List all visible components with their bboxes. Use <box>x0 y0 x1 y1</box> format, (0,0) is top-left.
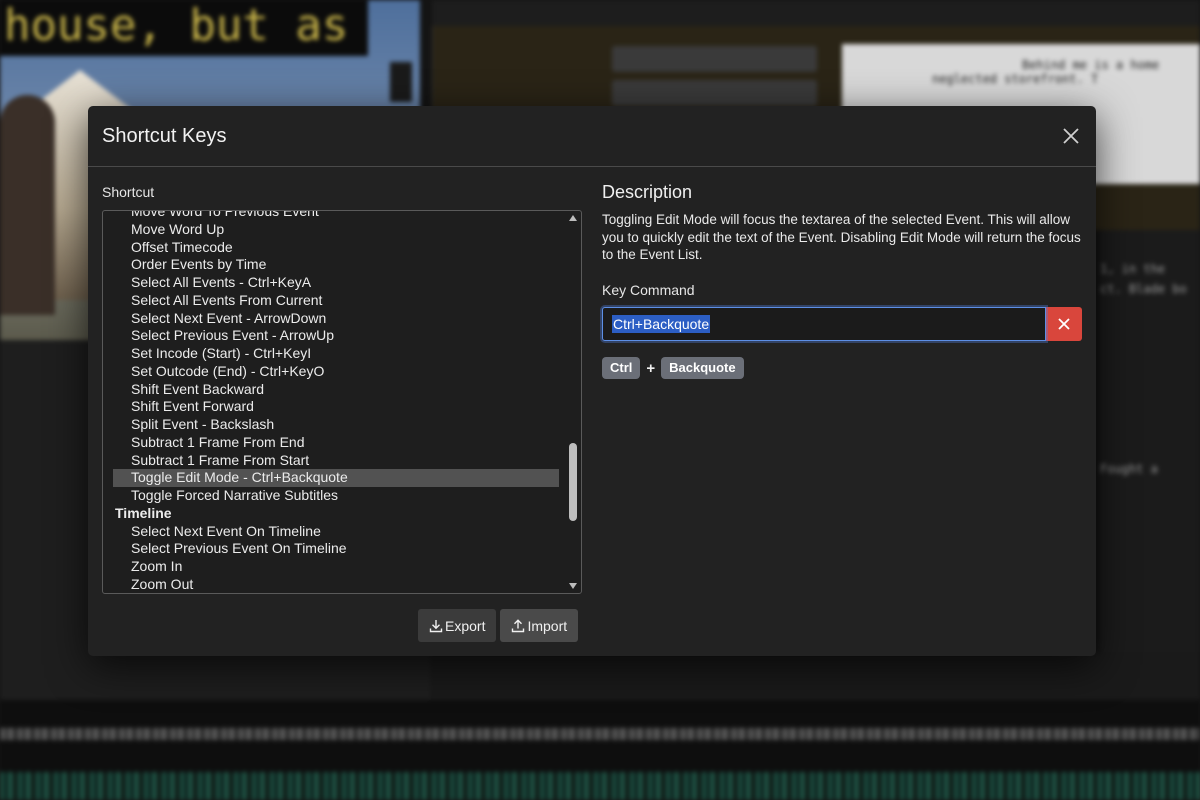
key-command-wrap: Ctrl+Backquote <box>602 307 1046 342</box>
shortcut-group-header: Timeline <box>115 504 172 521</box>
shortcut-list-item[interactable]: Zoom In <box>113 558 559 576</box>
preview-line: neglected storefront. T <box>932 72 1099 86</box>
right-panel <box>1100 230 1200 690</box>
shortcut-list-item[interactable]: Shift Event Backward <box>113 381 559 399</box>
import-button[interactable]: Import <box>500 609 579 642</box>
event-list-rows <box>430 652 1200 702</box>
description-column: Description Toggling Edit Mode will focu… <box>602 182 1082 380</box>
scroll-down-icon[interactable] <box>568 581 578 591</box>
scroll-thumb[interactable] <box>569 443 577 521</box>
shortcut-list-item[interactable]: Select Next Event On Timeline <box>113 523 559 541</box>
shortcut-list-item[interactable]: Toggle Edit Mode - Ctrl+Backquote <box>113 469 559 487</box>
shortcut-list-items: Move Word To Previous Event Move Word Up O… <box>113 211 559 593</box>
shortcut-list-item[interactable]: Set Incode (Start) - Ctrl+KeyI <box>113 345 559 363</box>
video-side-button <box>390 62 412 102</box>
key-command-row: Ctrl+Backquote <box>602 307 1082 342</box>
event-field <box>612 80 817 106</box>
key-chips: Ctrl + Backquote <box>602 357 1082 380</box>
shortcut-list-item[interactable]: Shift Event Forward <box>113 398 559 416</box>
shortcut-column: Shortcut Move Word To Previous Event Move… <box>102 184 582 642</box>
close-button[interactable] <box>1058 123 1084 149</box>
description-text: Toggling Edit Mode will focus the textar… <box>602 212 1081 263</box>
shortcut-list-item[interactable]: Select All Events From Current <box>113 292 559 310</box>
shortcut-list-item[interactable]: Zoom Out <box>113 576 559 593</box>
clear-key-button[interactable] <box>1046 307 1082 342</box>
video-person <box>0 95 55 315</box>
shortcut-list-item[interactable]: Select Previous Event - ArrowUp <box>113 327 559 345</box>
import-label: Import <box>527 617 568 634</box>
shortcut-list-item[interactable]: Set Outcode (End) - Ctrl+KeyO <box>113 363 559 381</box>
key-chip-backquote: Backquote <box>661 357 744 380</box>
timeline-waveform <box>0 728 1200 740</box>
shortcut-list-item[interactable]: Subtract 1 Frame From Start <box>113 452 559 470</box>
shortcut-list-item[interactable]: Toggle Forced Narrative Subtitles <box>113 487 559 505</box>
shortcut-list-item[interactable]: Select All Events - Ctrl+KeyA <box>113 274 559 292</box>
video-caption: house, but as <box>0 0 368 56</box>
description-title: Description <box>602 182 693 202</box>
key-separator: + <box>646 359 656 377</box>
modal-title: Shortcut Keys <box>102 124 227 147</box>
shortcut-list-item[interactable]: Split Event - Backslash <box>113 416 559 434</box>
shortcut-keys-modal: Shortcut Keys Shortcut Move Word To Prev… <box>88 106 1096 656</box>
list-scrollbar[interactable] <box>565 211 581 593</box>
close-icon <box>1063 128 1079 144</box>
bg-text: Fought a <box>1100 462 1158 476</box>
key-command-input[interactable] <box>602 307 1046 342</box>
shortcut-list-item[interactable]: Order Events by Time <box>113 256 559 274</box>
key-chip-ctrl: Ctrl <box>602 357 641 380</box>
key-command-label: Key Command <box>602 282 695 299</box>
export-button[interactable]: Export <box>418 609 497 642</box>
shortcut-label: Shortcut <box>102 184 155 200</box>
clear-icon <box>1058 318 1070 330</box>
shortcut-list-item[interactable]: Offset Timecode <box>113 239 559 257</box>
shortcut-list-item[interactable]: Subtract 1 Frame From End <box>113 434 559 452</box>
list-actions: Export Import <box>418 609 579 642</box>
scroll-up-icon[interactable] <box>568 213 578 223</box>
top-toolbar <box>432 0 1200 26</box>
bg-text: ct. Blade bo <box>1100 282 1187 296</box>
event-field <box>612 46 817 72</box>
shortcut-list[interactable]: Move Word To Previous Event Move Word Up O… <box>102 210 582 594</box>
shortcut-list-item[interactable]: Select Next Event - ArrowDown <box>113 310 559 328</box>
export-label: Export <box>445 617 486 634</box>
bg-text: 1, in the <box>1100 262 1166 276</box>
modal-header: Shortcut Keys <box>88 106 1096 167</box>
timeline-waveform <box>0 772 1200 800</box>
shortcut-list-item[interactable]: Move Word Up <box>113 221 559 239</box>
preview-line: Behind me is a home <box>1022 58 1160 72</box>
download-icon <box>429 619 443 632</box>
upload-icon <box>512 618 525 632</box>
shortcut-list-item[interactable]: Select Previous Event On Timeline <box>113 540 559 558</box>
shortcut-list-item[interactable]: Move Word To Previous Event <box>113 211 559 221</box>
